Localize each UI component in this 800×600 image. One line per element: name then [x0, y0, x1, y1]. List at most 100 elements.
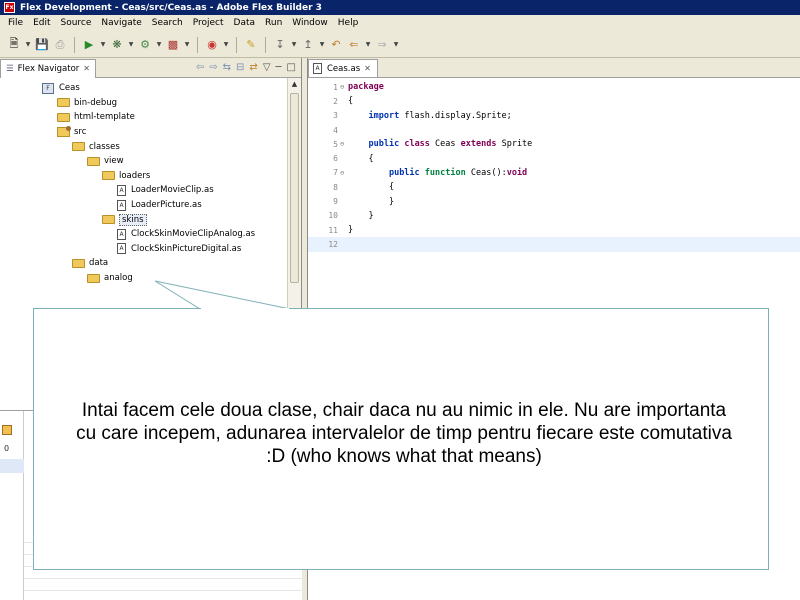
scroll-thumb[interactable]	[290, 93, 299, 283]
tab-flex-navigator[interactable]: ☰ Flex Navigator ✕	[0, 58, 96, 78]
link-editor-icon[interactable]: ⇆	[223, 62, 231, 73]
menu-help[interactable]: Help	[333, 15, 364, 32]
lower-panel-selection[interactable]	[0, 459, 24, 473]
lower-panel-icon	[2, 425, 12, 435]
tree-item[interactable]: F Ceas	[0, 81, 301, 96]
profile-icon[interactable]: ⚙	[137, 37, 153, 53]
code-area[interactable]: 1 ⊖ package 2{3 import flash.display.Sprite…	[308, 78, 800, 252]
tree-item-label: html-template	[74, 112, 135, 123]
tree-item[interactable]: classes	[0, 139, 301, 154]
print-icon[interactable]: ⎙	[52, 37, 68, 53]
forward-icon[interactable]: ⇨	[209, 62, 217, 73]
minimize-icon[interactable]: ─	[276, 62, 282, 73]
code-line[interactable]: 8 {	[308, 180, 800, 194]
code-line[interactable]: 3 import flash.display.Sprite;	[308, 109, 800, 123]
navigator-tab-label: Flex Navigator	[17, 63, 80, 74]
tree-item[interactable]: html-template	[0, 110, 301, 125]
code-line[interactable]: 5 ⊖ public class Ceas extends Sprite	[308, 137, 800, 151]
debug-dropdown-icon[interactable]: ▼	[127, 41, 135, 48]
tree-item[interactable]: bin-debug	[0, 96, 301, 111]
code-line[interactable]: 9 }	[308, 194, 800, 208]
tree-item[interactable]: src	[0, 125, 301, 140]
code-token: class	[404, 139, 430, 150]
tree-item-label: ClockSkinPictureDigital.as	[131, 243, 242, 254]
toolbar-separator	[197, 36, 198, 53]
new-dropdown-icon[interactable]: ▼	[24, 41, 32, 48]
link-with-editor-icon[interactable]: ⇄	[249, 62, 257, 73]
code-line[interactable]: 2{	[308, 94, 800, 108]
navigator-scrollbar[interactable]: ▲	[287, 78, 301, 318]
menu-project[interactable]: Project	[188, 15, 229, 32]
code-line[interactable]: 1 ⊖ package	[308, 80, 800, 94]
prev-annotation-dropdown-icon[interactable]: ▼	[318, 41, 326, 48]
run-dropdown-icon[interactable]: ▼	[99, 41, 107, 48]
menu-run[interactable]: Run	[260, 15, 287, 32]
build-dropdown-icon[interactable]: ▼	[183, 41, 191, 48]
build-icon[interactable]: ▩	[165, 37, 181, 53]
maximize-icon[interactable]: □	[287, 62, 296, 73]
code-line[interactable]: 11}	[308, 223, 800, 237]
tree-item[interactable]: data	[0, 256, 301, 271]
next-annotation-dropdown-icon[interactable]: ▼	[290, 41, 298, 48]
last-edit-icon[interactable]: ↶	[328, 37, 344, 53]
tree-item-label: LoaderPicture.as	[131, 200, 202, 211]
close-icon[interactable]: ✕	[83, 64, 90, 73]
external-tools-icon[interactable]: ◉	[204, 37, 220, 53]
debug-icon[interactable]: ❋	[109, 37, 125, 53]
folder-icon	[87, 156, 100, 166]
back-icon[interactable]: ⇐	[346, 37, 362, 53]
tree-item[interactable]: A LoaderMovieClip.as	[0, 183, 301, 198]
scroll-up-icon[interactable]: ▲	[288, 78, 301, 91]
tree-item[interactable]: view	[0, 154, 301, 169]
code-token: }	[348, 196, 395, 207]
prev-annotation-icon[interactable]: ↥	[300, 37, 316, 53]
code-token: public	[368, 139, 400, 150]
fold-icon[interactable]: ⊖	[340, 140, 348, 148]
view-menu-icon[interactable]: ▽	[263, 62, 271, 73]
save-icon[interactable]: 💾	[34, 37, 50, 53]
tree-item[interactable]: skins	[0, 212, 301, 227]
code-line[interactable]: 12	[308, 237, 800, 252]
menu-data[interactable]: Data	[229, 15, 261, 32]
forward-dropdown-icon[interactable]: ▼	[392, 41, 400, 48]
tab-ceas-as[interactable]: A Ceas.as ✕	[308, 59, 378, 77]
back-icon[interactable]: ⇦	[196, 62, 204, 73]
code-token: }	[348, 225, 354, 236]
folder-icon	[87, 273, 100, 283]
back-dropdown-icon[interactable]: ▼	[364, 41, 372, 48]
tree-item-label: data	[89, 258, 109, 269]
code-line[interactable]: 10 }	[308, 209, 800, 223]
menu-source[interactable]: Source	[56, 15, 97, 32]
editor-tab-label: Ceas.as	[327, 63, 361, 74]
menu-edit[interactable]: Edit	[28, 15, 55, 32]
code-line[interactable]: 6 {	[308, 151, 800, 165]
code-line[interactable]: 7 ⊖ public function Ceas(): void	[308, 166, 800, 180]
close-icon[interactable]: ✕	[364, 64, 371, 73]
annotation-icon[interactable]: ✎	[243, 37, 259, 53]
tree-item-label: src	[74, 127, 87, 138]
fold-icon[interactable]: ⊖	[340, 169, 348, 177]
tree-item[interactable]: A ClockSkinPictureDigital.as	[0, 242, 301, 257]
tree-item[interactable]: analog	[0, 271, 301, 286]
line-number: 12	[328, 239, 338, 249]
tree-item[interactable]: A ClockSkinMovieClipAnalog.as	[0, 227, 301, 242]
menu-search[interactable]: Search	[147, 15, 188, 32]
external-tools-dropdown-icon[interactable]: ▼	[222, 41, 230, 48]
collapse-all-icon[interactable]: ⊟	[236, 62, 244, 73]
tree-item[interactable]: loaders	[0, 169, 301, 184]
menu-navigate[interactable]: Navigate	[96, 15, 146, 32]
run-icon[interactable]: ▶	[81, 37, 97, 53]
tree-item[interactable]: A LoaderPicture.as	[0, 198, 301, 213]
callout-text: Intai facem cele doua clase, chair daca …	[76, 400, 732, 467]
fold-icon[interactable]: ⊖	[340, 83, 348, 91]
next-annotation-icon[interactable]: ↧	[272, 37, 288, 53]
code-token: function	[424, 167, 466, 178]
lower-panel-gutter	[0, 411, 24, 600]
code-line[interactable]: 4	[308, 123, 800, 137]
new-icon[interactable]: 🗎	[6, 37, 22, 53]
menu-file[interactable]: File	[3, 15, 28, 32]
menu-window[interactable]: Window	[287, 15, 333, 32]
forward-icon[interactable]: ⇒	[374, 37, 390, 53]
profile-dropdown-icon[interactable]: ▼	[155, 41, 163, 48]
toolbar-separator	[265, 36, 266, 53]
